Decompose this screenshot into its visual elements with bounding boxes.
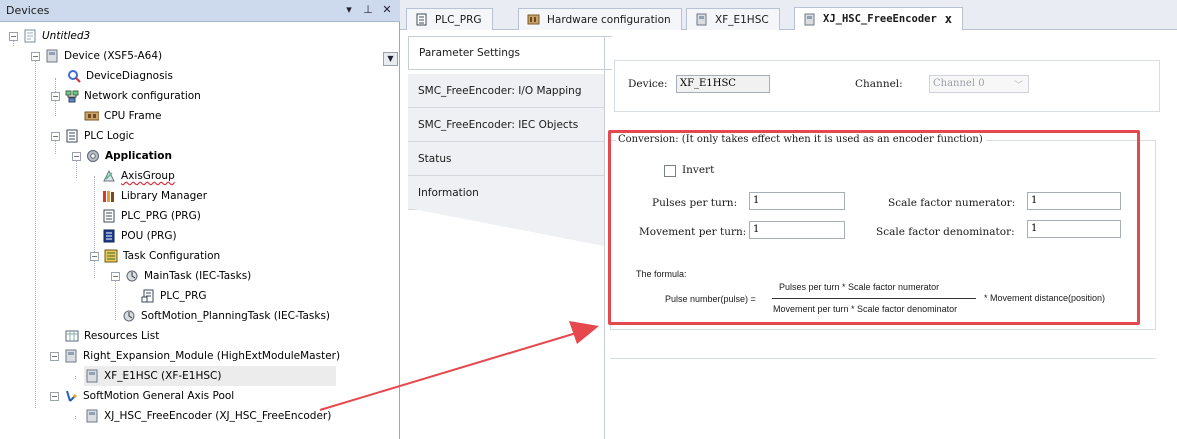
- network-icon: [64, 89, 79, 103]
- channel-label: Channel:: [855, 78, 903, 90]
- side-tab-parameter-settings[interactable]: Parameter Settings: [408, 36, 612, 70]
- tree-item-device[interactable]: − Device (XSF5-A64): [31, 46, 162, 66]
- device-tree: ▼ − Untitled3 − Device (XSF5-A64) Device…: [0, 22, 400, 439]
- resources-icon: [64, 329, 79, 343]
- tree-item-devicediagnosis[interactable]: DeviceDiagnosis: [66, 66, 173, 86]
- hardware-icon: [527, 13, 541, 26]
- tree-scroll-button[interactable]: ▼: [383, 52, 398, 66]
- tree-item-network-configuration[interactable]: − Network configuration: [51, 86, 201, 106]
- collapse-icon[interactable]: −: [51, 91, 60, 101]
- tab-xf-e1hsc[interactable]: XF_E1HSC: [686, 8, 780, 30]
- tree-item-axisgroup[interactable]: AxisGroup: [101, 166, 175, 186]
- tree-item-task-configuration[interactable]: − Task Configuration: [90, 246, 220, 266]
- pou-icon: [101, 229, 116, 243]
- tab-plc-prg[interactable]: PLC_PRG: [406, 8, 493, 30]
- side-tab-iec-objects[interactable]: SMC_FreeEncoder: IEC Objects: [408, 108, 604, 142]
- tab-xj-hsc-freeencoder[interactable]: XJ_HSC_FreeEncoder x: [794, 7, 964, 30]
- program-icon: [101, 209, 116, 223]
- devices-panel-header: Devices ▾ ⊥ ✕: [0, 0, 400, 22]
- task-icon: [124, 269, 139, 283]
- cpu-frame-icon: [84, 109, 99, 123]
- tab-hardware-configuration[interactable]: Hardware configuration: [518, 8, 682, 30]
- collapse-icon[interactable]: −: [72, 151, 81, 161]
- channel-select[interactable]: Channel 0 ﹀: [929, 75, 1029, 93]
- axis-pool-icon: [63, 389, 78, 403]
- devices-panel-title: Devices: [6, 4, 50, 17]
- tree-item-xf-e1hsc[interactable]: XF_E1HSC (XF-E1HSC): [84, 366, 336, 386]
- panel-menu-icon[interactable]: ▾: [342, 3, 356, 16]
- project-icon: [22, 29, 37, 43]
- chevron-down-icon: ﹀: [1013, 81, 1023, 91]
- tree-item-library-manager[interactable]: Library Manager: [101, 186, 207, 206]
- devices-panel: Devices ▾ ⊥ ✕ ▼ − Untitled3 − Device (XS…: [0, 0, 400, 439]
- tree-item-plc-logic[interactable]: − PLC Logic: [51, 126, 134, 146]
- highlight-box: [608, 130, 1140, 325]
- side-tab-io-mapping[interactable]: SMC_FreeEncoder: I/O Mapping: [408, 74, 604, 108]
- encoder-icon: [803, 13, 817, 26]
- task-icon: [121, 309, 136, 323]
- close-tab-icon[interactable]: x: [945, 12, 952, 26]
- pin-icon[interactable]: ⊥: [361, 3, 375, 16]
- collapse-icon[interactable]: −: [9, 31, 18, 41]
- collapse-icon[interactable]: −: [31, 51, 40, 61]
- close-panel-icon[interactable]: ✕: [380, 3, 394, 16]
- collapse-icon[interactable]: −: [51, 131, 60, 141]
- collapse-icon[interactable]: −: [50, 351, 59, 361]
- collapse-icon[interactable]: −: [90, 251, 99, 261]
- task-config-icon: [103, 249, 118, 263]
- encoder-editor: Parameter Settings SMC_FreeEncoder: I/O …: [400, 30, 1177, 439]
- module-icon: [63, 349, 78, 363]
- device-label: Device:: [628, 78, 668, 90]
- editor-tab-bar: PLC_PRG Hardware configuration XF_E1HSC …: [400, 0, 1177, 30]
- tree-item-xj-hsc-freeencoder[interactable]: XJ_HSC_FreeEncoder (XJ_HSC_FreeEncoder): [84, 406, 331, 426]
- tree-item-plc-prg[interactable]: PLC_PRG (PRG): [101, 206, 201, 226]
- program-icon: [415, 13, 429, 26]
- tree-item-cpu-frame[interactable]: CPU Frame: [84, 106, 161, 126]
- library-icon: [101, 189, 116, 203]
- device-field: XF_E1HSC: [676, 75, 770, 93]
- tree-item-untitled3[interactable]: − Untitled3: [9, 26, 90, 46]
- diagnosis-icon: [66, 69, 81, 83]
- tree-item-softmotion-planningtask[interactable]: SoftMotion_PlanningTask (IEC-Tasks): [121, 306, 330, 326]
- side-tab-list: Parameter Settings SMC_FreeEncoder: I/O …: [408, 36, 612, 439]
- plc-logic-icon: [64, 129, 79, 143]
- tree-item-application[interactable]: − Application: [72, 146, 172, 166]
- tree-item-plc-prg-call[interactable]: PLC_PRG: [140, 286, 207, 306]
- tree-item-softmotion-axis-pool[interactable]: − SoftMotion General Axis Pool: [50, 386, 234, 406]
- collapse-icon[interactable]: −: [50, 391, 59, 401]
- side-tab-information[interactable]: Information: [408, 176, 604, 210]
- device-icon: [44, 49, 59, 63]
- application-icon: [85, 149, 100, 163]
- collapse-icon[interactable]: −: [111, 271, 120, 281]
- program-call-icon: [140, 289, 155, 303]
- tree-item-maintask[interactable]: − MainTask (IEC-Tasks): [111, 266, 251, 286]
- axisgroup-icon: [101, 169, 116, 183]
- module-icon: [84, 369, 99, 383]
- tree-item-pou[interactable]: POU (PRG): [101, 226, 177, 246]
- module-icon: [695, 13, 709, 26]
- tree-item-resources-list[interactable]: Resources List: [64, 326, 159, 346]
- side-tab-status[interactable]: Status: [408, 142, 604, 176]
- encoder-icon: [84, 409, 99, 423]
- tree-item-right-expansion-module[interactable]: − Right_Expansion_Module (HighExtModuleM…: [50, 346, 340, 366]
